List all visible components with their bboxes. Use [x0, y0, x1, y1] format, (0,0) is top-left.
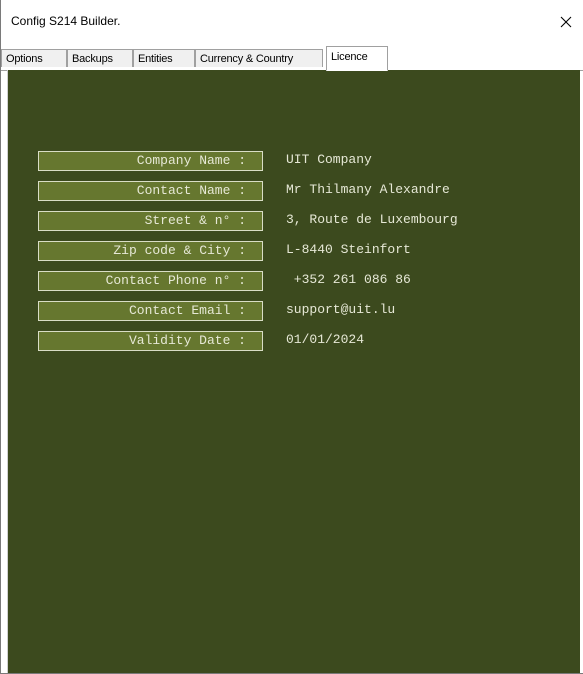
field-row-zip-city: Zip code & City : L-8440 Steinfort: [38, 241, 578, 263]
contact-email-label: Contact Email :: [38, 301, 263, 321]
field-row-street: Street & n° : 3, Route de Luxembourg: [38, 211, 578, 233]
tab-entities[interactable]: Entities: [133, 49, 195, 67]
tab-options[interactable]: Options: [1, 49, 67, 67]
contact-phone-value: +352 261 086 86: [286, 272, 411, 287]
tab-licence[interactable]: Licence: [326, 46, 388, 71]
licence-panel: Company Name : UIT Company Contact Name …: [7, 70, 580, 673]
config-window: Config S214 Builder. Options Backups Ent…: [0, 0, 583, 674]
zip-city-label: Zip code & City :: [38, 241, 263, 261]
validity-date-label: Validity Date :: [38, 331, 263, 351]
tab-backups[interactable]: Backups: [67, 49, 133, 67]
validity-date-value: 01/01/2024: [286, 332, 365, 347]
field-row-contact-email: Contact Email : support@uit.lu: [38, 301, 578, 323]
field-row-validity-date: Validity Date : 01/01/2024: [38, 331, 578, 353]
company-name-label: Company Name :: [38, 151, 263, 171]
contact-email-value: support@uit.lu: [286, 302, 396, 317]
field-row-contact-phone: Contact Phone n° : +352 261 086 86: [38, 271, 578, 293]
contact-name-value: Mr Thilmany Alexandre: [286, 182, 450, 197]
zip-city-value: L-8440 Steinfort: [286, 242, 411, 257]
title-bar[interactable]: Config S214 Builder.: [1, 0, 583, 44]
field-row-contact-name: Contact Name : Mr Thilmany Alexandre: [38, 181, 578, 203]
window-title: Config S214 Builder.: [11, 14, 121, 28]
close-button[interactable]: [549, 6, 583, 38]
tab-strip: Options Backups Entities Currency & Coun…: [1, 44, 583, 71]
contact-name-label: Contact Name :: [38, 181, 263, 201]
street-value: 3, Route de Luxembourg: [286, 212, 458, 227]
tab-currency-country[interactable]: Currency & Country: [195, 49, 323, 67]
contact-phone-label: Contact Phone n° :: [38, 271, 263, 291]
company-name-value: UIT Company: [286, 152, 372, 167]
close-icon: [560, 16, 572, 28]
field-row-company-name: Company Name : UIT Company: [38, 151, 578, 173]
street-label: Street & n° :: [38, 211, 263, 231]
